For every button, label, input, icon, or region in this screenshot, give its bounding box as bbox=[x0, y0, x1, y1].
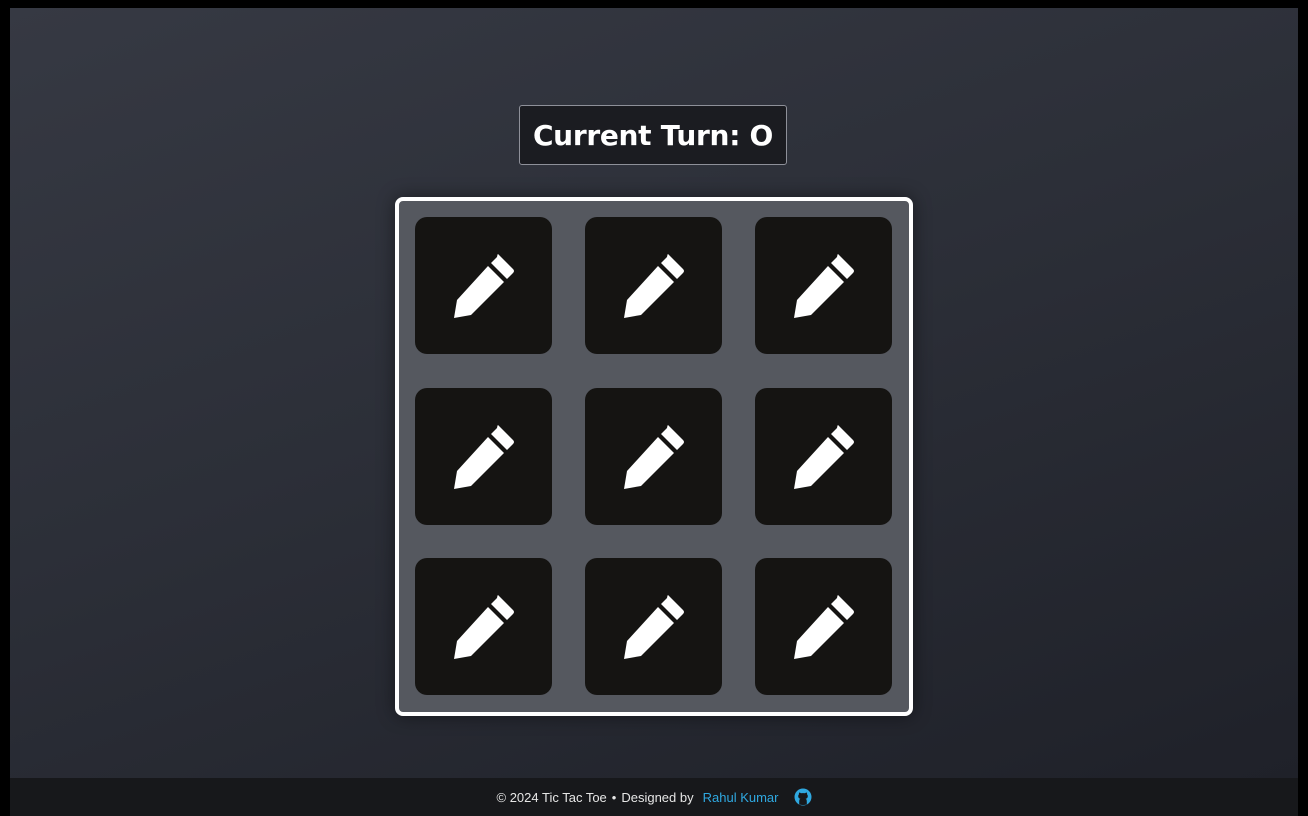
current-turn-label: Current Turn: O bbox=[532, 118, 774, 152]
board-cell-r3c3[interactable] bbox=[755, 558, 892, 695]
footer-copyright: © 2024 Tic Tac Toe bbox=[496, 789, 607, 805]
board-cell-r1c2[interactable] bbox=[585, 217, 722, 354]
pencil-icon bbox=[623, 594, 684, 659]
board-cell-r2c3[interactable] bbox=[755, 388, 892, 525]
pencil-icon bbox=[453, 594, 514, 659]
footer-designed-by: Designed by bbox=[621, 789, 694, 805]
board-cell-r1c3[interactable] bbox=[755, 217, 892, 354]
github-icon bbox=[794, 788, 811, 806]
pencil-icon bbox=[453, 424, 514, 489]
current-turn-indicator: Current Turn: O bbox=[519, 105, 787, 165]
pencil-icon bbox=[793, 253, 854, 318]
board-cell-r3c2[interactable] bbox=[585, 558, 722, 695]
pencil-icon bbox=[453, 253, 514, 318]
pencil-icon bbox=[793, 594, 854, 659]
author-link[interactable]: Rahul Kumar bbox=[703, 790, 779, 805]
page-footer: © 2024 Tic Tac Toe • Designed by Rahul K… bbox=[10, 778, 1298, 816]
game-board bbox=[395, 197, 913, 716]
pencil-icon bbox=[623, 424, 684, 489]
board-cell-r2c1[interactable] bbox=[415, 388, 552, 525]
board-cell-r2c2[interactable] bbox=[585, 388, 722, 525]
pencil-icon bbox=[793, 424, 854, 489]
github-link[interactable] bbox=[794, 788, 812, 806]
pencil-icon bbox=[623, 253, 684, 318]
board-cell-r3c1[interactable] bbox=[415, 558, 552, 695]
footer-separator: • bbox=[611, 789, 617, 805]
board-cell-r1c1[interactable] bbox=[415, 217, 552, 354]
